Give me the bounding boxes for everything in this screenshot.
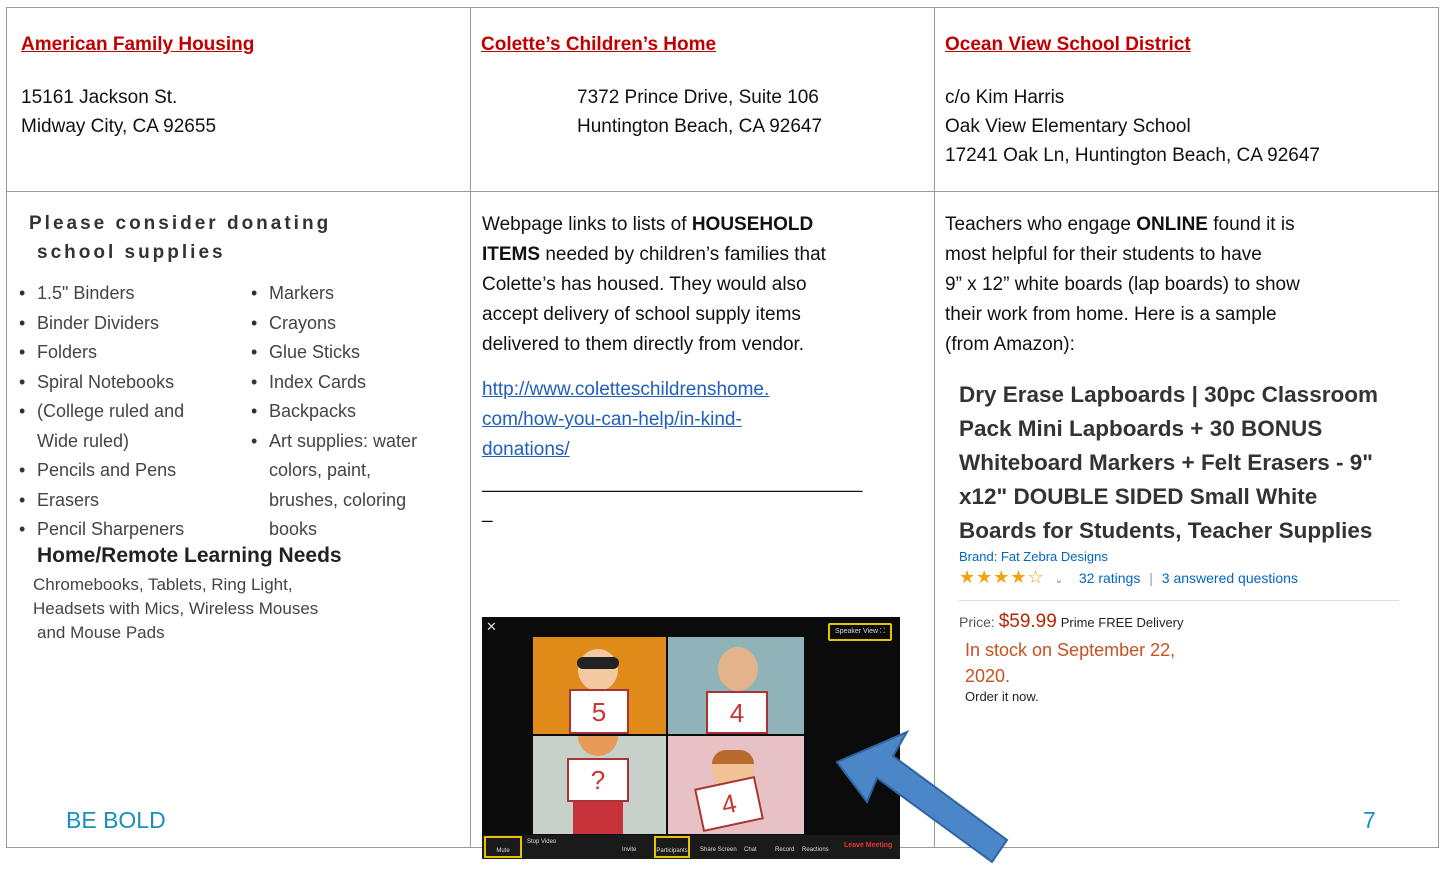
amazon-delivery: Prime FREE Delivery bbox=[1060, 615, 1184, 630]
record-button[interactable]: Record bbox=[775, 847, 794, 853]
invite-button[interactable]: Invite bbox=[622, 847, 636, 853]
separator-underscores: ____________________________________ _ bbox=[482, 472, 863, 523]
video-tile-1: 5 bbox=[533, 637, 666, 734]
list-item: 1.5" Binders bbox=[19, 279, 249, 309]
list-item: Markers bbox=[251, 279, 466, 309]
list-item: Crayons bbox=[251, 309, 466, 339]
list-item: Backpacks bbox=[251, 397, 466, 427]
list-item: Spiral Notebooks bbox=[19, 368, 249, 398]
chevron-down-icon[interactable]: ⌄ bbox=[1049, 575, 1075, 586]
star-rating-icon[interactable]: ★★★★☆ bbox=[959, 567, 1045, 587]
speaker-view-button[interactable]: Speaker View ⛶ bbox=[828, 623, 892, 641]
list-item: (College ruled and bbox=[19, 397, 249, 427]
colettes-donation-link[interactable]: http://www.coletteschildrenshome. com/ho… bbox=[482, 375, 769, 465]
list-item: brushes, coloring bbox=[269, 489, 407, 510]
amazon-price-row: Price: $59.99 Prime FREE Delivery bbox=[959, 611, 1184, 632]
ratings-separator: | bbox=[1149, 570, 1153, 586]
list-item: Index Cards bbox=[251, 368, 466, 398]
stop-video-button[interactable]: Stop Video bbox=[527, 839, 556, 845]
list-item: Folders bbox=[19, 338, 249, 368]
colettes-description: Webpage links to lists of HOUSEHOLD ITEM… bbox=[482, 214, 826, 355]
video-tile-2: 4 bbox=[668, 637, 804, 734]
address-ocean-view-school-district: c/o Kim Harris Oak View Elementary Schoo… bbox=[945, 87, 1320, 166]
list-item: Pencils and Pens bbox=[19, 456, 249, 486]
remote-learning-heading: Home/Remote Learning Needs bbox=[37, 544, 342, 567]
amazon-product-title[interactable]: Dry Erase Lapboards | 30pc Classroom Pac… bbox=[959, 378, 1434, 548]
amazon-price: $59.99 bbox=[998, 611, 1057, 632]
cell-colettes-childrens-home: Colette’s Children’s Home 7372 Prince Dr… bbox=[470, 7, 935, 192]
list-item: books bbox=[269, 519, 318, 539]
cell-american-family-housing: American Family Housing 15161 Jackson St… bbox=[6, 7, 471, 192]
share-screen-button[interactable]: Share Screen bbox=[700, 847, 737, 853]
flyer-title-line2: school supplies bbox=[37, 242, 226, 263]
cell-colettes-details: Webpage links to lists of HOUSEHOLD ITEM… bbox=[470, 191, 1009, 864]
list-item: Erasers bbox=[19, 486, 249, 516]
flyer-list-left: 1.5" Binders Binder Dividers Folders Spi… bbox=[19, 279, 249, 545]
list-item: Wide ruled) bbox=[37, 430, 130, 451]
donation-table: American Family Housing 15161 Jackson St… bbox=[6, 7, 1439, 864]
address-american-family-housing: 15161 Jackson St. Midway City, CA 92655 bbox=[21, 87, 217, 137]
close-icon: ✕ bbox=[486, 619, 497, 634]
remote-learning-items: Chromebooks, Tablets, Ring Light, Headse… bbox=[33, 575, 319, 642]
number-card: 4 bbox=[694, 776, 764, 832]
cell-ocean-view-details: Teachers who engage ONLINE found it is m… bbox=[934, 191, 1439, 848]
list-item: Pencil Sharpeners bbox=[19, 515, 249, 545]
flyer-list-right: Markers Crayons Glue Sticks Index Cards … bbox=[251, 279, 466, 545]
ocean-view-description: Teachers who engage ONLINE found it is m… bbox=[945, 214, 1300, 355]
video-tile-3: ? bbox=[533, 736, 666, 834]
school-supplies-flyer: Please consider donating school supplies… bbox=[19, 210, 464, 705]
heading-colettes-childrens-home[interactable]: Colette’s Children’s Home bbox=[481, 34, 716, 56]
heading-ocean-view-school-district[interactable]: Ocean View School District bbox=[945, 34, 1191, 56]
amazon-brand-link[interactable]: Brand: Fat Zebra Designs bbox=[959, 548, 1434, 566]
mute-button[interactable]: Mute bbox=[484, 836, 522, 858]
address-colettes-childrens-home: 7372 Prince Drive, Suite 106 Huntington … bbox=[577, 87, 823, 137]
list-item: Art supplies: water bbox=[251, 427, 466, 457]
amazon-order-now: Order it now. bbox=[965, 689, 1039, 704]
footer-be-bold: BE BOLD bbox=[66, 807, 166, 833]
participants-button[interactable]: Participants bbox=[654, 836, 690, 858]
page-number: 7 bbox=[1363, 807, 1376, 833]
heading-american-family-housing[interactable]: American Family Housing bbox=[21, 34, 254, 56]
cell-school-supplies-flyer: Please consider donating school supplies… bbox=[6, 191, 471, 848]
flyer-title-line1: Please consider donating bbox=[29, 213, 332, 234]
number-card: ? bbox=[567, 758, 629, 802]
ratings-link[interactable]: 32 ratings bbox=[1079, 570, 1140, 586]
chat-button[interactable]: Chat bbox=[744, 847, 757, 853]
amazon-product: Dry Erase Lapboards | 30pc Classroom Pac… bbox=[959, 378, 1434, 704]
cell-ocean-view-school-district: Ocean View School District c/o Kim Harri… bbox=[934, 7, 1439, 192]
video-tile-4: 4 bbox=[668, 736, 804, 834]
number-card: 4 bbox=[706, 691, 768, 734]
reactions-button[interactable]: Reactions bbox=[802, 847, 829, 853]
amazon-stock-status: In stock on September 22, 2020. bbox=[965, 640, 1176, 686]
answered-questions-link[interactable]: 3 answered questions bbox=[1162, 570, 1298, 586]
list-item: Binder Dividers bbox=[19, 309, 249, 339]
list-item: colors, paint, bbox=[269, 460, 372, 480]
list-item: Glue Sticks bbox=[251, 338, 466, 368]
number-card: 5 bbox=[569, 689, 629, 734]
amazon-ratings-row: ★★★★☆ ⌄ 32 ratings | 3 answered question… bbox=[959, 566, 1434, 592]
